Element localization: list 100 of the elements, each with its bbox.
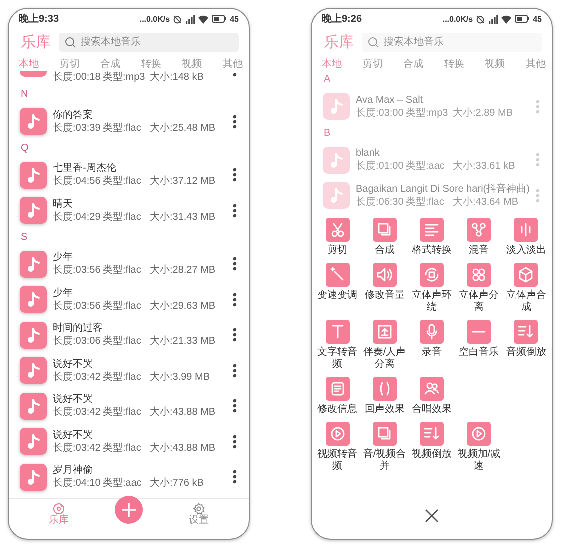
tool-button[interactable]: 淡入淡出 <box>502 218 550 256</box>
more-icon[interactable] <box>233 399 237 414</box>
document-icon <box>326 376 350 400</box>
lines-icon <box>420 218 444 242</box>
more-icon[interactable] <box>233 292 237 307</box>
song-size: 大小:29.63 MB <box>150 300 216 313</box>
tool-button[interactable]: 视频加/减速 <box>456 422 503 472</box>
song-type: 类型:flac <box>103 264 142 278</box>
song-title: 岁月神偷 <box>53 464 94 478</box>
song-length: 长度:03:42 <box>53 442 102 455</box>
song-title: blank <box>356 147 381 160</box>
close-icon[interactable] <box>425 509 439 523</box>
squares-icon <box>372 422 397 446</box>
song-size: 大小:33.61 kB <box>453 160 516 174</box>
tool-button[interactable]: 立体声环绕 <box>408 262 456 314</box>
tool-button[interactable]: 音频倒放 <box>502 320 550 370</box>
tool-button[interactable]: 合唱效果 <box>408 376 456 416</box>
song-size: 大小:31.43 MB <box>150 210 216 224</box>
wifi-icon <box>198 14 210 24</box>
more-icon[interactable] <box>233 73 237 77</box>
tool-button[interactable]: 格式转换 <box>408 218 456 256</box>
tool-button[interactable]: 回声效果 <box>361 376 408 416</box>
section-letter: S <box>20 230 29 244</box>
song-size: 大小:43.88 MB <box>150 406 216 420</box>
song-type: 类型:aac <box>103 477 143 490</box>
song-title: Ava Max – Salt <box>356 94 424 107</box>
song-title: 说好不哭 <box>53 358 94 371</box>
circles-icon <box>467 262 492 286</box>
song-type: 类型:flac <box>103 175 142 188</box>
add-button[interactable] <box>115 496 143 524</box>
song-title: 你的答案 <box>53 108 94 122</box>
more-icon[interactable] <box>233 328 237 342</box>
battery-level: 45 <box>230 14 239 24</box>
tool-button[interactable]: 音/视频合并 <box>361 422 408 472</box>
tool-button[interactable]: 立体声分离 <box>456 262 503 314</box>
song-type: 类型:flac <box>103 370 142 384</box>
alarm-off-icon <box>476 14 486 24</box>
more-icon[interactable] <box>233 257 237 272</box>
tool-button[interactable]: 立体声合成 <box>502 262 550 314</box>
song-title: 晴天 <box>53 198 74 211</box>
song-type: 类型:flac <box>406 196 446 209</box>
signal-icon <box>185 14 196 24</box>
tool-button[interactable]: 伴奏/人声分离 <box>361 320 408 370</box>
search-icon <box>65 37 76 48</box>
song-type: 类型:flac <box>103 122 142 135</box>
nodes-icon <box>467 218 492 242</box>
song-type: 类型:mp3 <box>406 106 450 120</box>
song-title: 少年 <box>53 251 74 264</box>
app-title: 乐库 <box>324 33 354 52</box>
song-length: 长度:04:56 <box>53 175 102 188</box>
battery-icon <box>212 15 228 23</box>
tool-button[interactable]: 视频倒放 <box>408 422 456 472</box>
tool-button[interactable]: 变速变调 <box>314 262 362 314</box>
song-title: 七里香-周杰伦 <box>53 162 118 176</box>
more-icon[interactable] <box>233 168 237 182</box>
song-title: 说好不哭 <box>53 428 94 442</box>
more-icon[interactable] <box>233 434 237 449</box>
tool-button[interactable]: 修改音量 <box>361 262 408 314</box>
tool-button[interactable]: 空白音乐 <box>456 320 503 370</box>
tool-button[interactable]: 合成 <box>361 218 408 256</box>
disc-icon[interactable] <box>53 503 65 515</box>
play-icon <box>467 422 492 446</box>
bars-icon <box>514 218 538 242</box>
song-size: 大小:25.48 MB <box>150 122 216 135</box>
song-type: 类型:mp3 <box>103 71 146 84</box>
search-icon <box>368 37 379 48</box>
song-size: 大小:28.27 MB <box>150 264 216 278</box>
song-title: 说好不哭 <box>53 393 94 406</box>
settings-icon[interactable] <box>193 503 205 515</box>
search-field[interactable]: 搜索本地音乐 <box>59 33 239 52</box>
section-letter: N <box>20 88 30 102</box>
tool-button[interactable]: 修改信息 <box>314 376 362 416</box>
song-title: 时间的过客 <box>53 322 104 336</box>
tool-button[interactable]: 剪切 <box>314 218 362 256</box>
song-size: 大小:2.89 MB <box>453 106 514 120</box>
song-type: 类型:flac <box>103 406 142 420</box>
song-type: 类型:flac <box>103 442 142 455</box>
section-letter: Q <box>20 142 30 156</box>
network-speed: ...0.0K/s <box>140 14 170 24</box>
song-type: 类型:aac <box>406 160 446 174</box>
tool-button[interactable]: 录音 <box>408 320 456 370</box>
status-time: 晚上9:26 <box>322 12 362 26</box>
speaker-icon <box>372 262 397 286</box>
tool-button[interactable]: 混音 <box>456 218 503 256</box>
search-field[interactable]: 搜索本地音乐 <box>362 33 542 52</box>
song-length: 长度:03:42 <box>53 406 102 420</box>
more-icon[interactable] <box>233 204 237 218</box>
more-icon[interactable] <box>233 114 237 129</box>
minus-icon <box>467 320 492 344</box>
tool-button[interactable]: 文字转音频 <box>314 320 362 370</box>
song-length: 长度:03:39 <box>53 122 102 135</box>
sort-down-icon <box>514 320 538 344</box>
more-icon[interactable] <box>233 364 237 378</box>
song-length: 长度:00:18 <box>53 71 102 84</box>
song-length: 长度:04:10 <box>53 477 102 490</box>
tool-button[interactable]: 视频转音频 <box>314 422 362 472</box>
nav-item[interactable]: 设置 <box>189 503 209 527</box>
more-icon[interactable] <box>233 470 237 484</box>
song-title: Bagaikan Langit Di Sore hari(抖音神曲) <box>356 182 531 196</box>
song-size: 大小:776 kB <box>150 477 204 490</box>
